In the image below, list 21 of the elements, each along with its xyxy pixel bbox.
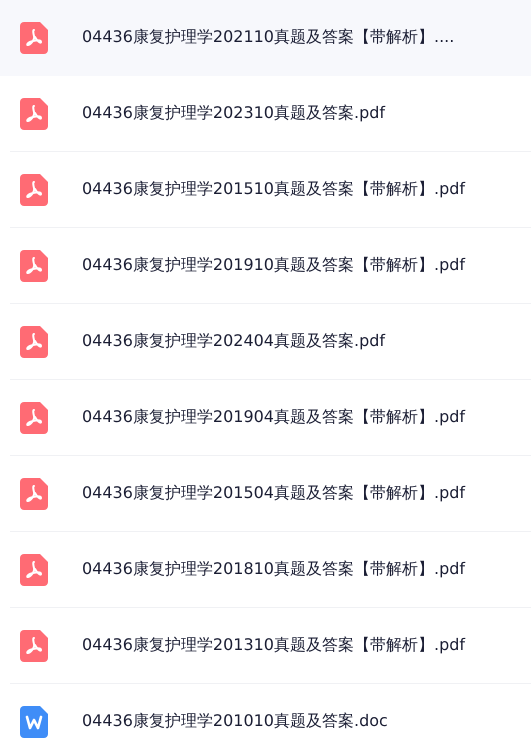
file-name: 04436康复护理学201310真题及答案【带解析】.pdf [82, 635, 466, 656]
pdf-file-icon [20, 174, 48, 206]
pdf-file-icon [20, 402, 48, 434]
file-name: 04436康复护理学201510真题及答案【带解析】.pdf [82, 179, 466, 200]
file-name: 04436康复护理学201010真题及答案.doc [82, 711, 388, 732]
file-name: 04436康复护理学202110真题及答案【带解析】.... [82, 27, 454, 48]
file-name: 04436康复护理学202404真题及答案.pdf [82, 331, 386, 352]
word-file-icon [20, 706, 48, 738]
file-name: 04436康复护理学201504真题及答案【带解析】.pdf [82, 483, 466, 504]
file-name: 04436康复护理学201910真题及答案【带解析】.pdf [82, 255, 466, 276]
pdf-file-icon [20, 554, 48, 586]
file-name: 04436康复护理学201904真题及答案【带解析】.pdf [82, 407, 466, 428]
pdf-file-icon [20, 250, 48, 282]
file-name: 04436康复护理学201810真题及答案【带解析】.pdf [82, 559, 466, 580]
file-row[interactable]: 04436康复护理学202110真题及答案【带解析】.... [0, 0, 531, 76]
pdf-file-icon [20, 98, 48, 130]
file-name: 04436康复护理学202310真题及答案.pdf [82, 103, 386, 124]
pdf-file-icon [20, 326, 48, 358]
pdf-file-icon [20, 22, 48, 54]
pdf-file-icon [20, 630, 48, 662]
pdf-file-icon [20, 478, 48, 510]
